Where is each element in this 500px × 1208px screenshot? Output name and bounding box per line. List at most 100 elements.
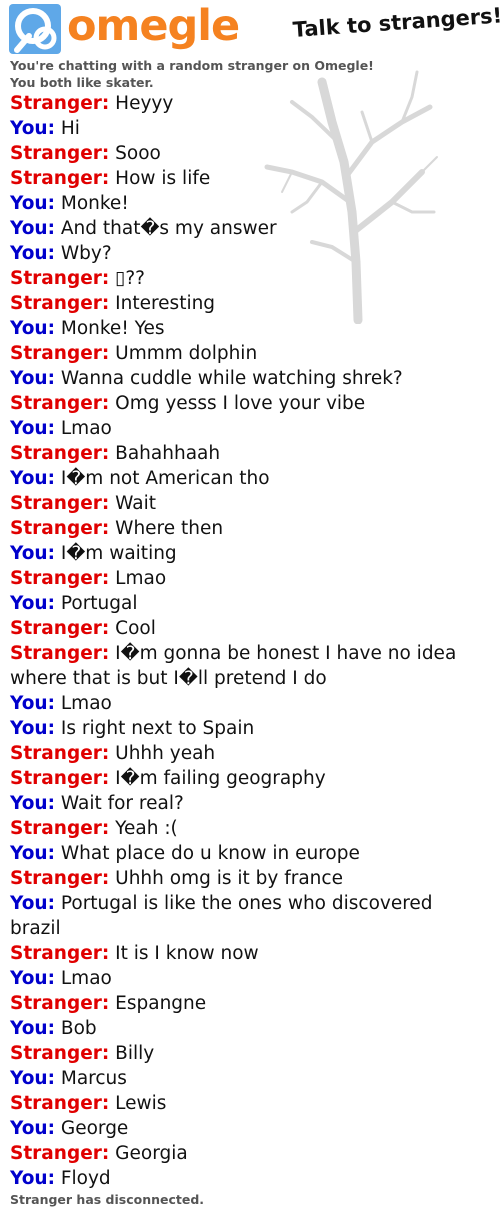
message-text: Lmao bbox=[115, 568, 167, 589]
message-text: Billy bbox=[115, 1043, 155, 1064]
message-text: ▯?? bbox=[115, 268, 145, 289]
message-text: Bahahhaah bbox=[115, 443, 221, 464]
chat-message: You: Wait for real? bbox=[10, 791, 484, 816]
chat-message: You: Bob bbox=[10, 1016, 484, 1041]
chat-message: Stranger: Cool bbox=[10, 616, 484, 641]
chat-message: You: Portugal bbox=[10, 591, 484, 616]
message-text: How is life bbox=[115, 168, 211, 189]
message-text: Lmao bbox=[60, 968, 112, 989]
you-label: You: bbox=[10, 318, 55, 339]
stranger-label: Stranger: bbox=[10, 818, 110, 839]
intro-line: You're chatting with a random stranger o… bbox=[10, 58, 374, 73]
you-label: You: bbox=[10, 843, 55, 864]
message-text: I�m failing geography bbox=[115, 768, 326, 789]
message-text: Floyd bbox=[60, 1168, 111, 1189]
you-label: You: bbox=[10, 593, 55, 614]
chat-message: Stranger: Wait bbox=[10, 491, 484, 516]
stranger-label: Stranger: bbox=[10, 768, 110, 789]
chat-intro: You're chatting with a random stranger o… bbox=[10, 57, 374, 91]
chat-message: Stranger: ▯?? bbox=[10, 266, 484, 291]
you-label: You: bbox=[10, 1018, 55, 1039]
message-text: It is I know now bbox=[115, 943, 259, 964]
message-text: Portugal bbox=[60, 593, 138, 614]
stranger-label: Stranger: bbox=[10, 743, 110, 764]
chat-message: You: Wby? bbox=[10, 241, 484, 266]
stranger-label: Stranger: bbox=[10, 993, 110, 1014]
chat-message: Stranger: I�m gonna be honest I have no … bbox=[10, 641, 484, 691]
chat-message: You: What place do u know in europe bbox=[10, 841, 484, 866]
stranger-label: Stranger: bbox=[10, 343, 110, 364]
message-text: Lmao bbox=[60, 693, 112, 714]
message-text: Marcus bbox=[60, 1068, 127, 1089]
chat-message: Stranger: Uhhh yeah bbox=[10, 741, 484, 766]
message-text: Heyyy bbox=[115, 93, 174, 114]
message-text: Interesting bbox=[115, 293, 216, 314]
stranger-label: Stranger: bbox=[10, 1093, 110, 1114]
omegle-logo-icon bbox=[9, 4, 61, 54]
chat-message: You: Wanna cuddle while watching shrek? bbox=[10, 366, 484, 391]
stranger-label: Stranger: bbox=[10, 568, 110, 589]
intro-interest-line: You both like skater. bbox=[10, 75, 154, 90]
stranger-label: Stranger: bbox=[10, 443, 110, 464]
chat-message: Stranger: Lmao bbox=[10, 566, 484, 591]
stranger-label: Stranger: bbox=[10, 168, 110, 189]
chat-message: Stranger: How is life bbox=[10, 166, 484, 191]
stranger-label: Stranger: bbox=[10, 618, 110, 639]
you-label: You: bbox=[10, 893, 55, 914]
message-text: And that�s my answer bbox=[60, 218, 277, 239]
you-label: You: bbox=[10, 718, 55, 739]
you-label: You: bbox=[10, 368, 55, 389]
you-label: You: bbox=[10, 793, 55, 814]
you-label: You: bbox=[10, 218, 55, 239]
message-text: Lmao bbox=[60, 418, 112, 439]
message-text: I�m not American tho bbox=[60, 468, 270, 489]
chat-message: You: Lmao bbox=[10, 691, 484, 716]
header: omegle Talk to strangers! bbox=[0, 0, 500, 56]
chat-message: Stranger: Billy bbox=[10, 1041, 484, 1066]
you-label: You: bbox=[10, 468, 55, 489]
message-text: Ummm dolphin bbox=[115, 343, 258, 364]
message-text: Wanna cuddle while watching shrek? bbox=[60, 368, 403, 389]
tagline: Talk to strangers! bbox=[292, 3, 500, 42]
chat-message: You: Is right next to Spain bbox=[10, 716, 484, 741]
stranger-label: Stranger: bbox=[10, 643, 110, 664]
message-text: Lewis bbox=[115, 1093, 167, 1114]
message-text: Wait for real? bbox=[60, 793, 184, 814]
omegle-wordmark: omegle bbox=[67, 1, 240, 51]
chat-message: You: Lmao bbox=[10, 966, 484, 991]
stranger-label: Stranger: bbox=[10, 518, 110, 539]
message-text: What place do u know in europe bbox=[60, 843, 360, 864]
disconnected-status: Stranger has disconnected. bbox=[10, 1192, 205, 1207]
stranger-label: Stranger: bbox=[10, 143, 110, 164]
chat-message: You: Portugal is like the ones who disco… bbox=[10, 891, 484, 941]
message-text: Georgia bbox=[115, 1143, 188, 1164]
chat-message: You: Marcus bbox=[10, 1066, 484, 1091]
you-label: You: bbox=[10, 693, 55, 714]
message-text: Wby? bbox=[60, 243, 112, 264]
chat-message: You: Floyd bbox=[10, 1166, 484, 1191]
you-label: You: bbox=[10, 543, 55, 564]
message-text: Monke! bbox=[60, 193, 129, 214]
chat-message: You: Hi bbox=[10, 116, 484, 141]
chat-message: You: Monke! bbox=[10, 191, 484, 216]
you-label: You: bbox=[10, 1118, 55, 1139]
chat-message: You: Monke! Yes bbox=[10, 316, 484, 341]
chat-message: Stranger: I�m failing geography bbox=[10, 766, 484, 791]
stranger-label: Stranger: bbox=[10, 493, 110, 514]
message-text: Monke! Yes bbox=[60, 318, 165, 339]
chat-message: You: I�m waiting bbox=[10, 541, 484, 566]
message-text: Wait bbox=[115, 493, 156, 514]
you-label: You: bbox=[10, 1168, 55, 1189]
chat-message: Stranger: Georgia bbox=[10, 1141, 484, 1166]
chat-message: Stranger: Omg yesss I love your vibe bbox=[10, 391, 484, 416]
chat-message: Stranger: Uhhh omg is it by france bbox=[10, 866, 484, 891]
you-label: You: bbox=[10, 243, 55, 264]
chat-message: Stranger: Espangne bbox=[10, 991, 484, 1016]
message-text: Where then bbox=[115, 518, 224, 539]
message-text: Hi bbox=[60, 118, 80, 139]
you-label: You: bbox=[10, 418, 55, 439]
stranger-label: Stranger: bbox=[10, 93, 110, 114]
message-text: Omg yesss I love your vibe bbox=[115, 393, 366, 414]
message-text: George bbox=[60, 1118, 129, 1139]
chat-message: Stranger: Where then bbox=[10, 516, 484, 541]
